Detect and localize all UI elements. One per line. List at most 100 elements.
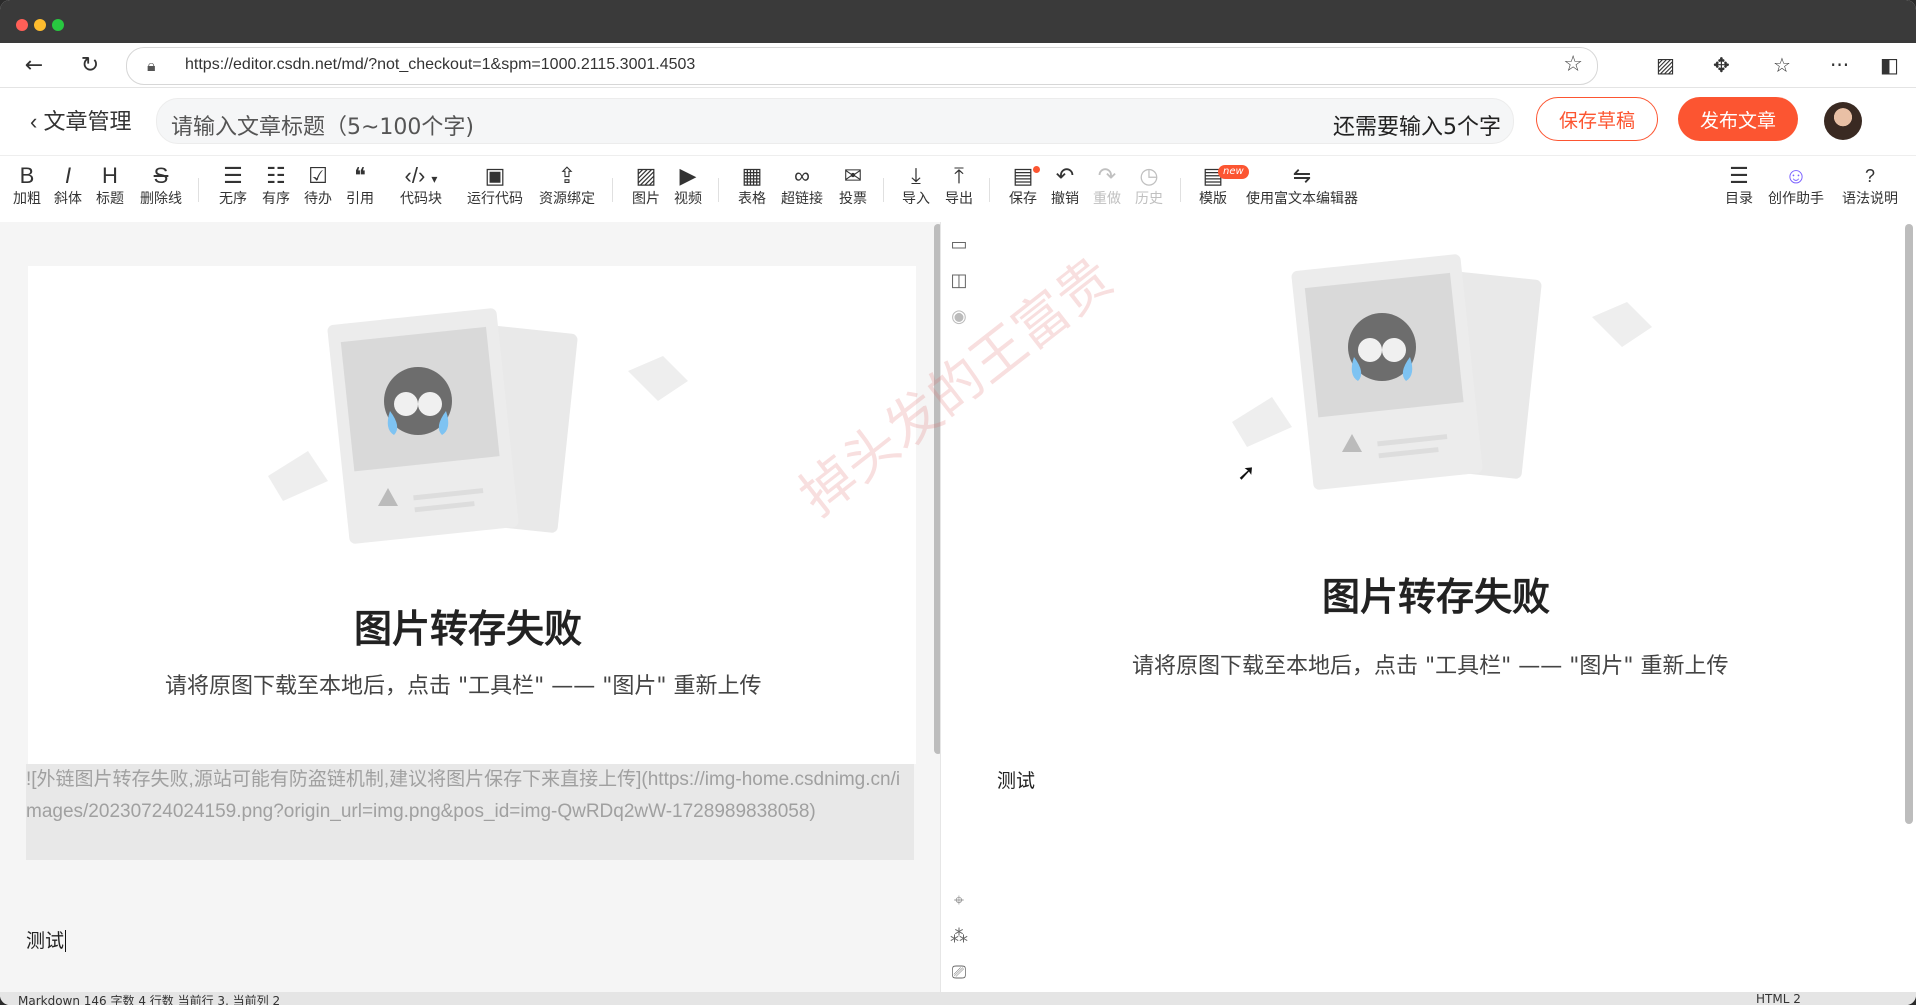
help-icon: ?	[1864, 166, 1875, 186]
bold-icon: B	[19, 163, 35, 188]
url-text[interactable]: https://editor.csdn.net/md/?not_checkout…	[185, 56, 695, 74]
layout-editor-only-icon[interactable]: ▭	[948, 234, 970, 255]
save-draft-button[interactable]: 保存草稿	[1536, 97, 1658, 141]
article-management-label: 文章管理	[43, 109, 132, 134]
undo-button[interactable]: ↶ 撤销	[1048, 162, 1082, 208]
article-title-input[interactable]: 请输入文章标题（5~100个字) 还需要输入5个字	[156, 98, 1514, 144]
link-icon: ∞	[794, 163, 810, 188]
markdown-editor[interactable]: 图片转存失败 请将原图下载至本地后，点击 "工具栏" —— "图片" 重新上传 …	[0, 222, 940, 992]
preview-failed-image-title: 图片转存失败	[1322, 575, 1551, 619]
unsaved-dot	[1033, 166, 1040, 173]
favorites-icon[interactable]: ☆	[1773, 53, 1791, 77]
extension-icon[interactable]: ▨	[1656, 53, 1675, 77]
publish-button[interactable]: 发布文章	[1678, 97, 1798, 141]
todo-button[interactable]: ☑ 待办	[301, 162, 335, 208]
title-bar	[0, 0, 1916, 43]
broken-image-illustration-preview	[1232, 254, 1652, 490]
title-placeholder: 请输入文章标题（5~100个字)	[171, 115, 475, 140]
strikethrough-button[interactable]: S 删除线	[136, 162, 186, 208]
failed-image-hint: 请将原图下载至本地后，点击 "工具栏" —— "图片" 重新上传	[165, 674, 762, 699]
broken-image-illustration	[268, 308, 688, 544]
hyperlink-button[interactable]: ∞ 超链接	[777, 162, 827, 208]
close-window-button[interactable]	[16, 19, 28, 31]
checklist-icon: ☑	[308, 163, 328, 188]
redo-icon: ↷	[1097, 163, 1117, 188]
failed-image-card: 图片转存失败 请将原图下载至本地后，点击 "工具栏" —— "图片" 重新上传	[28, 266, 916, 764]
markdown-image-source[interactable]: ![外链图片转存失败,源站可能有防盗链机制,建议将图片保存下来直接上传](htt…	[26, 764, 914, 860]
history-button[interactable]: ◷ 历史	[1132, 162, 1166, 208]
preview-scrollbar[interactable]	[1905, 224, 1913, 824]
export-icon: ⤒	[954, 163, 964, 188]
lock-icon: 🔒︎	[147, 56, 156, 75]
toc-button[interactable]: ☰ 目录	[1722, 162, 1756, 208]
reload-icon[interactable]: ↻	[76, 51, 104, 79]
status-left: Markdown 146 字数 4 行数 当前行 3, 当前列 2	[18, 994, 281, 1005]
strikethrough-icon: S	[153, 163, 169, 188]
quote-button[interactable]: ❝ 引用	[343, 162, 377, 208]
switch-icon: ⇋	[1292, 163, 1312, 188]
import-button[interactable]: ⤓ 导入	[899, 162, 933, 208]
article-management-link[interactable]: ‹ 文章管理	[30, 104, 131, 136]
unordered-list-icon: ☰	[223, 163, 243, 188]
editor-header: ‹ 文章管理 请输入文章标题（5~100个字) 还需要输入5个字 保存草稿 发布…	[0, 88, 1916, 154]
toolbar-divider	[883, 178, 884, 202]
toolbar-divider	[198, 178, 199, 202]
star-icon[interactable]: ☆	[1563, 52, 1583, 77]
unordered-list-button[interactable]: ☰ 无序	[216, 162, 250, 208]
minimize-window-button[interactable]	[34, 19, 46, 31]
vote-button[interactable]: ✉ 投票	[836, 162, 870, 208]
mouse-cursor-icon: ➚	[1237, 461, 1256, 486]
undo-icon: ↶	[1055, 163, 1075, 188]
robot-icon: ☺	[1784, 163, 1808, 188]
heading-icon: H	[102, 163, 118, 188]
syntax-help-button[interactable]: ? 语法说明	[1838, 162, 1902, 208]
chevron-left-icon: ‹	[30, 109, 38, 134]
editor-body-text[interactable]: 测试	[26, 926, 67, 953]
more-icon[interactable]: ···	[1830, 53, 1849, 77]
table-button[interactable]: ▦ 表格	[735, 162, 769, 208]
run-code-button[interactable]: ▣ 运行代码	[463, 162, 527, 208]
redo-button[interactable]: ↷ 重做	[1090, 162, 1124, 208]
address-bar[interactable]: 🔒︎ https://editor.csdn.net/md/?not_check…	[126, 47, 1598, 85]
sync-scroll-icon[interactable]: ⁂	[948, 926, 970, 947]
video-button[interactable]: ▶ 视频	[671, 162, 705, 208]
rich-text-editor-button[interactable]: ⇋ 使用富文本编辑器	[1240, 162, 1364, 208]
back-icon[interactable]: ←	[20, 51, 48, 79]
italic-button[interactable]: I 斜体	[51, 162, 85, 208]
ordered-list-button[interactable]: ☷ 有序	[259, 162, 293, 208]
locate-icon[interactable]: ⌖	[948, 890, 970, 911]
title-char-counter: 还需要输入5个字	[1333, 115, 1501, 140]
video-icon: ▶	[679, 163, 697, 188]
avatar[interactable]	[1824, 102, 1862, 140]
writing-assistant-button[interactable]: ☺ 创作助手	[1764, 162, 1828, 208]
sidebar-icon[interactable]: ◧	[1880, 53, 1899, 77]
toolbar-divider	[718, 178, 719, 202]
preview-failed-image-hint: 请将原图下载至本地后，点击 "工具栏" —— "图片" 重新上传	[1132, 654, 1729, 679]
editor-toolbar: B 加粗 I 斜体 H 标题 S 删除线 ☰ 无序 ☷ 有序 ☑ 待办 ❝ 引用 ‹/› ▾ 代码…	[0, 155, 1916, 223]
preview-body-text: 测试	[997, 770, 1036, 792]
ordered-list-icon: ☷	[266, 163, 286, 188]
browser-toolbar: ← ↻ 🔒︎ https://editor.csdn.net/md/?not_c…	[0, 43, 1916, 88]
toolbar-divider	[1180, 178, 1181, 202]
export-button[interactable]: ⤒ 导出	[942, 162, 976, 208]
toolbar-divider	[612, 178, 613, 202]
upload-icon: ⇪	[557, 163, 577, 188]
preview-pane: 图片转存失败 请将原图下载至本地后，点击 "工具栏" —— "图片" 重新上传 …	[977, 222, 1916, 992]
toc-icon: ☰	[1729, 163, 1749, 188]
quote-icon: ❝	[354, 163, 366, 188]
vote-icon: ✉	[843, 163, 863, 188]
import-icon: ⤓	[911, 163, 921, 188]
heading-button[interactable]: H 标题	[93, 162, 127, 208]
puzzle-icon[interactable]: ✥	[1713, 53, 1730, 77]
resource-binding-button[interactable]: ⇪ 资源绑定	[535, 162, 599, 208]
image-button[interactable]: ▨ 图片	[629, 162, 663, 208]
chevron-down-icon: ▾	[431, 172, 438, 186]
failed-image-title: 图片转存失败	[354, 607, 583, 651]
maximize-window-button[interactable]	[52, 19, 64, 31]
bold-button[interactable]: B 加粗	[10, 162, 44, 208]
preview-mode-icon[interactable]: ⎚	[948, 962, 970, 983]
italic-icon: I	[64, 163, 72, 188]
layout-split-icon[interactable]: ◫	[948, 270, 970, 291]
code-block-button[interactable]: ‹/› ▾ 代码块	[393, 162, 449, 208]
status-bar: Markdown 146 字数 4 行数 当前行 3, 当前列 2 HTML 2	[0, 992, 1916, 1005]
